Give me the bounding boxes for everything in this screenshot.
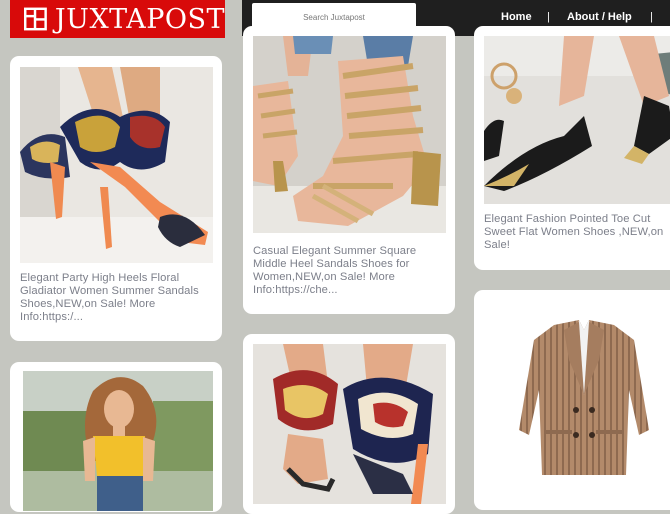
gold-square-heel-sandals-photo[interactable] xyxy=(253,36,446,233)
woman-yellow-top-photo[interactable] xyxy=(23,371,213,511)
pin-card[interactable]: Elegant Fashion Pointed Toe Cut Sweet Fl… xyxy=(474,26,670,270)
striped-blazer-photo[interactable] xyxy=(484,300,670,500)
nav-separator: | xyxy=(547,11,550,23)
pointed-toe-flats-photo[interactable] xyxy=(484,36,670,204)
pin-card[interactable] xyxy=(243,334,455,514)
pin-description[interactable]: Elegant Party High Heels Floral Gladiato… xyxy=(20,272,216,324)
grid-square-logo-icon xyxy=(24,7,47,31)
pin-description[interactable]: Casual Elegant Summer Square Middle Heel… xyxy=(253,245,449,297)
pin-card[interactable] xyxy=(474,290,670,510)
heels-floral-ribbon-photo[interactable] xyxy=(20,67,213,263)
site-logo[interactable]: JUXTAPOST xyxy=(10,0,225,38)
nav-about-help-link[interactable]: About / Help xyxy=(567,11,632,23)
scarf-ankle-heels-photo[interactable] xyxy=(253,344,446,504)
pin-description[interactable]: Elegant Fashion Pointed Toe Cut Sweet Fl… xyxy=(484,213,670,252)
nav-separator: | xyxy=(650,11,653,23)
pin-card[interactable] xyxy=(10,362,222,512)
pin-card[interactable]: Casual Elegant Summer Square Middle Heel… xyxy=(243,26,455,314)
nav-home-link[interactable]: Home xyxy=(501,11,532,23)
brand-name: JUXTAPOST xyxy=(54,3,225,35)
pin-card[interactable]: Elegant Party High Heels Floral Gladiato… xyxy=(10,56,222,341)
